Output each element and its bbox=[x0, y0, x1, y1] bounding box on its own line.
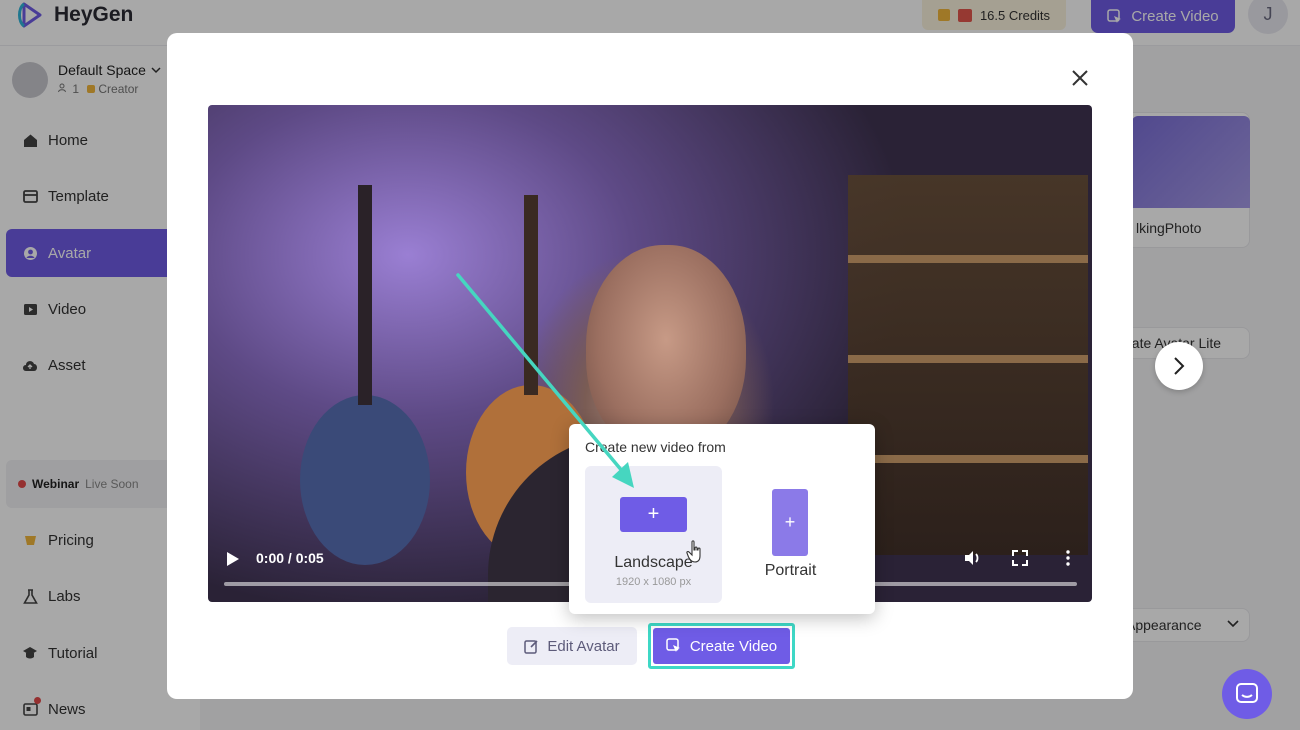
edit-avatar-label: Edit Avatar bbox=[547, 637, 620, 655]
portrait-label: Portrait bbox=[764, 562, 817, 579]
edit-icon bbox=[524, 639, 538, 654]
chevron-right-icon bbox=[1174, 357, 1185, 375]
fullscreen-icon[interactable] bbox=[1011, 549, 1029, 567]
create-video-popup: Create new video from + Landscape 1920 x… bbox=[569, 424, 875, 614]
video-scene-guitar-neck bbox=[524, 195, 538, 395]
video-time: 0:00 / 0:05 bbox=[256, 550, 324, 566]
video-scene-shelf-board bbox=[848, 455, 1088, 463]
create-video-label: Create Video bbox=[689, 637, 778, 655]
landscape-option[interactable]: + Landscape 1920 x 1080 px bbox=[585, 466, 722, 603]
create-video-button[interactable]: Create Video bbox=[653, 628, 790, 664]
video-scene-shelf-board bbox=[848, 355, 1088, 363]
popup-title: Create new video from bbox=[585, 439, 726, 455]
landscape-size: 1920 x 1080 px bbox=[615, 576, 692, 588]
volume-icon[interactable] bbox=[963, 549, 981, 567]
hand-cursor-icon bbox=[686, 540, 701, 563]
video-scene-bookshelf bbox=[848, 175, 1088, 555]
video-scene-shelf-board bbox=[848, 255, 1088, 263]
portrait-option[interactable]: + Portrait bbox=[722, 466, 859, 603]
close-modal-button[interactable] bbox=[1065, 63, 1095, 93]
edit-avatar-button[interactable]: Edit Avatar bbox=[507, 627, 637, 665]
more-options-icon[interactable] bbox=[1059, 549, 1077, 567]
landscape-plus-icon: + bbox=[620, 497, 687, 532]
chat-icon bbox=[1236, 683, 1258, 703]
portrait-plus-icon: + bbox=[772, 489, 808, 556]
video-scene-guitar-neck bbox=[358, 185, 372, 405]
play-icon[interactable] bbox=[226, 551, 240, 567]
close-icon bbox=[1072, 70, 1088, 86]
carousel-next-button[interactable] bbox=[1155, 342, 1203, 390]
pointer-icon bbox=[666, 638, 680, 652]
create-video-highlight: Create Video bbox=[648, 623, 795, 669]
support-chat-button[interactable] bbox=[1222, 669, 1272, 719]
